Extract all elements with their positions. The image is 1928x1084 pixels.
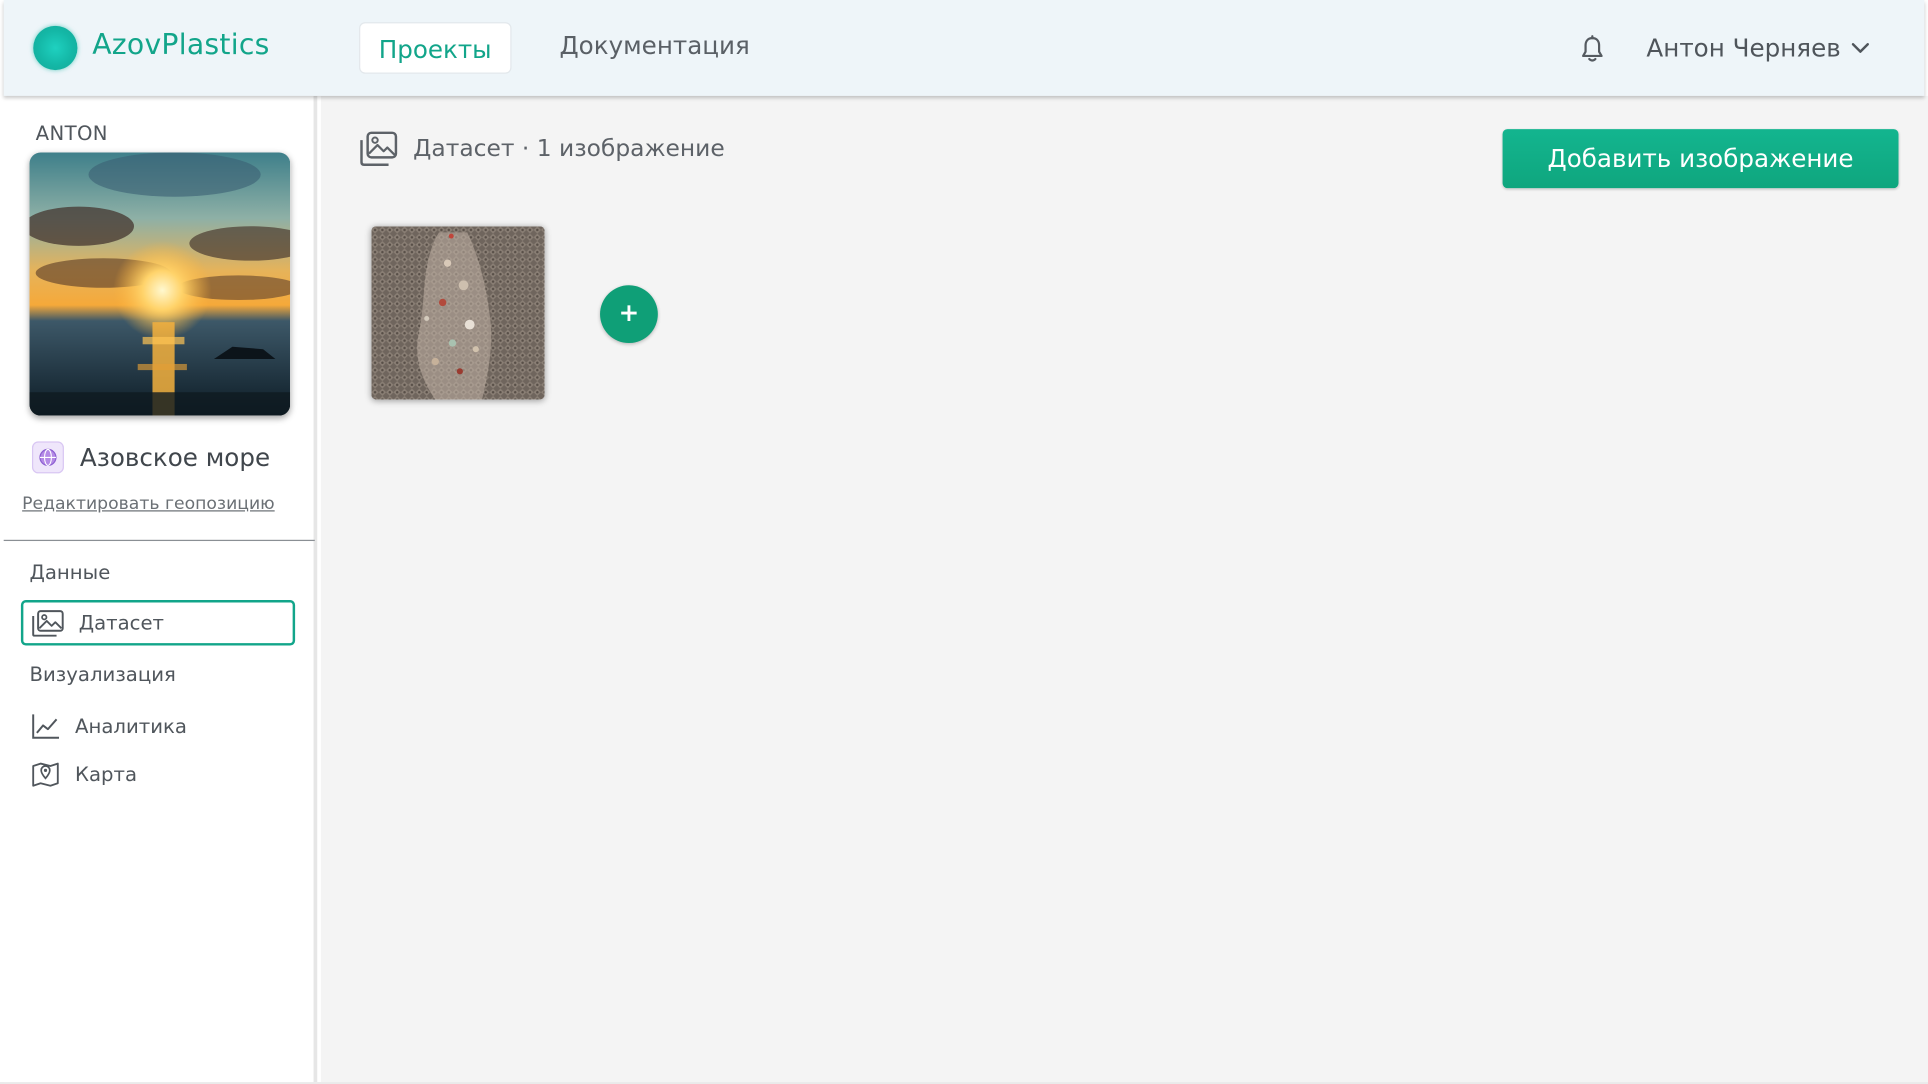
add-image-plus-button[interactable]: + bbox=[600, 285, 658, 344]
top-bar: AzovPlastics Проекты Документация Антон … bbox=[3, 0, 1925, 96]
page-title: Датасет · 1 изображение bbox=[413, 135, 725, 163]
sidebar-item-label: Аналитика bbox=[75, 714, 187, 738]
page-header: Датасет · 1 изображение bbox=[359, 130, 725, 167]
sidebar-item-map[interactable]: Карта bbox=[21, 751, 295, 796]
image-gallery-icon bbox=[32, 609, 64, 637]
chevron-down-icon bbox=[1851, 43, 1869, 53]
user-menu[interactable]: Антон Черняев bbox=[1646, 33, 1870, 63]
location-name: Азовское море bbox=[79, 442, 271, 473]
image-gallery-icon bbox=[360, 131, 398, 166]
sidebar: ANTON Азовское море Редактировать геопоз… bbox=[3, 95, 318, 1083]
sidebar-item-analytics[interactable]: Аналитика bbox=[21, 703, 295, 748]
brand-name: AzovPlastics bbox=[92, 29, 270, 62]
sidebar-item-label: Карта bbox=[75, 762, 138, 786]
bell-icon[interactable] bbox=[1579, 34, 1606, 64]
app-frame: AzovPlastics Проекты Документация Антон … bbox=[0, 0, 1928, 1084]
add-image-button[interactable]: Добавить изображение bbox=[1502, 129, 1899, 189]
section-data-label: Данные bbox=[29, 560, 111, 585]
location-row: Азовское море bbox=[31, 441, 271, 474]
edit-location-link[interactable]: Редактировать геопозицию bbox=[22, 494, 275, 514]
project-name: ANTON bbox=[35, 121, 108, 146]
line-chart-icon bbox=[32, 713, 60, 739]
sidebar-item-label: Датасет bbox=[78, 611, 165, 635]
section-visualization-label: Визуализация bbox=[29, 662, 176, 687]
user-name: Антон Черняев bbox=[1646, 33, 1841, 63]
dataset-image-thumbnail[interactable] bbox=[371, 226, 545, 400]
sidebar-item-dataset[interactable]: Датасет bbox=[20, 600, 296, 646]
map-pin-icon bbox=[32, 762, 59, 787]
main-content: Датасет · 1 изображение Добавить изображ… bbox=[320, 95, 1928, 1083]
project-image bbox=[29, 152, 291, 416]
sidebar-divider bbox=[3, 539, 315, 542]
globe-icon bbox=[31, 441, 64, 474]
tab-documentation[interactable]: Документация bbox=[541, 20, 768, 72]
tab-projects[interactable]: Проекты bbox=[359, 22, 512, 74]
logo-icon bbox=[33, 25, 78, 71]
